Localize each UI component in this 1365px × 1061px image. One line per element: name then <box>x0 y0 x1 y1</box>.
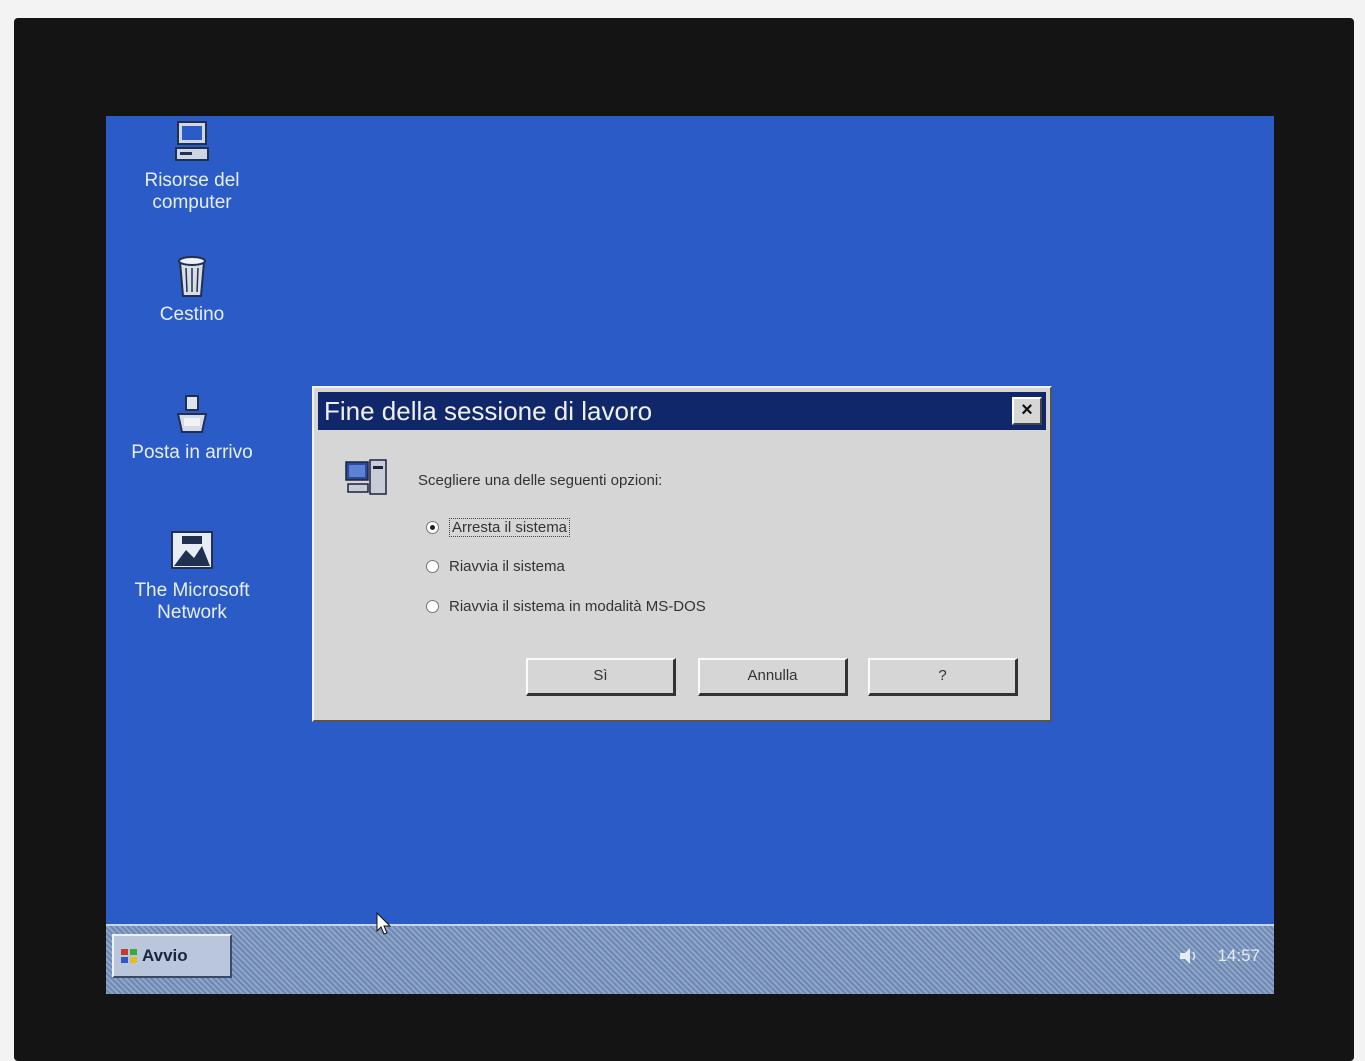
desktop-icon-label: The Microsoft <box>134 580 250 601</box>
desktop: Risorse del computer Cestino Posta in ar… <box>106 116 1274 994</box>
radio-button[interactable] <box>426 560 439 573</box>
system-tray: 14:57 <box>1177 938 1260 974</box>
desktop-icon-label: Network <box>157 602 227 623</box>
option-label: Arresta il sistema <box>449 518 571 537</box>
speaker-icon[interactable] <box>1177 945 1199 967</box>
dialog-titlebar[interactable]: Fine della sessione di lavoro × <box>318 392 1046 430</box>
desktop-icon-label: Posta in arrivo <box>131 442 253 463</box>
radio-button[interactable] <box>426 521 439 534</box>
desktop-icon-msn[interactable]: The Microsoft Network <box>112 528 272 624</box>
clock[interactable]: 14:57 <box>1217 946 1260 966</box>
computer-icon <box>175 121 209 161</box>
desktop-icon-label: computer <box>152 192 232 213</box>
inbox-icon <box>176 395 208 433</box>
dialog-prompt: Scegliere una delle seguenti opzioni: <box>418 472 663 489</box>
desktop-icon-recycle-bin[interactable]: Cestino <box>112 252 272 326</box>
msn-icon <box>171 531 213 569</box>
desktop-icon-label: Risorse del <box>144 170 240 191</box>
mouse-cursor-icon <box>376 912 392 935</box>
desktop-icon-my-computer[interactable]: Risorse del computer <box>112 118 272 214</box>
dialog-title: Fine della sessione di lavoro <box>324 396 653 426</box>
start-label: Avvio <box>142 946 188 965</box>
option-label: Riavvia il sistema <box>449 558 565 575</box>
radio-button[interactable] <box>426 600 439 613</box>
shutdown-computer-icon <box>345 459 387 495</box>
option-restart[interactable]: Riavvia il sistema <box>426 558 565 575</box>
ok-button[interactable]: Sì <box>526 658 676 696</box>
option-shutdown[interactable]: Arresta il sistema <box>426 518 571 537</box>
desktop-icon-inbox[interactable]: Posta in arrivo <box>112 390 272 464</box>
help-button[interactable]: ? <box>868 658 1018 696</box>
shutdown-dialog: Fine della sessione di lavoro × Sceglier… <box>312 386 1052 722</box>
desktop-icon-label: Cestino <box>159 304 225 325</box>
close-button[interactable]: × <box>1012 397 1042 425</box>
taskbar: Avvio 14:57 <box>106 924 1274 994</box>
recycle-bin-icon <box>178 256 206 297</box>
option-label: Riavvia il sistema in modalità MS-DOS <box>449 598 706 615</box>
start-button[interactable]: Avvio <box>112 934 232 978</box>
cancel-button[interactable]: Annulla <box>698 658 848 696</box>
option-restart-msdos[interactable]: Riavvia il sistema in modalità MS-DOS <box>426 598 706 615</box>
windows-logo-icon <box>121 949 137 963</box>
